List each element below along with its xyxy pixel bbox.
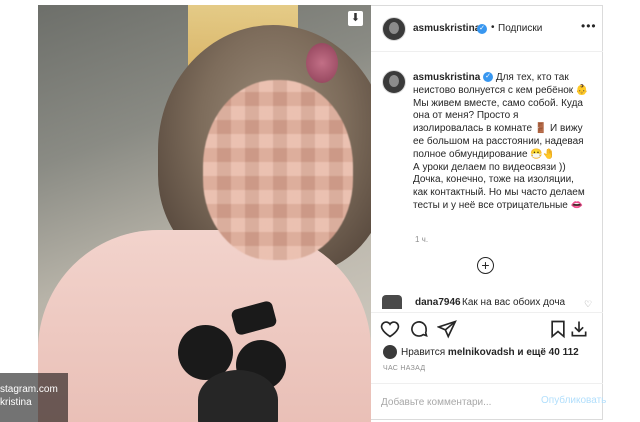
comment-like-icon[interactable]: ♡ [584,299,592,309]
comment-text: Как на вас обоих доча [462,297,566,308]
post-age: ЧАС НАЗАД [383,365,426,372]
watermark: stagram.com kristina [0,373,68,422]
actions-divider [371,312,603,313]
watermark-line-2: kristina [0,397,32,408]
publish-comment-button[interactable]: Опубликовать [541,395,606,406]
download-icon[interactable] [569,319,589,339]
header-divider [371,51,603,52]
add-comment-input[interactable] [381,395,531,409]
liker-avatar[interactable] [383,345,397,359]
following-button[interactable]: Подписки [498,23,542,34]
verified-icon: ✓ [477,24,487,34]
commenter-avatar[interactable] [382,295,402,309]
caption-verified-icon: ✓ [483,72,494,83]
comment-item: dana7946 Как на вас обоих доча ♡ [382,295,597,309]
caption: asmuskristina ✓ Для тех, кто так неистов… [413,72,591,213]
separator-dot: • [491,22,495,33]
caption-time: 1 ч. [415,235,429,244]
caption-line-2: Мы живем вместе, само собой. Куда она от… [413,97,584,160]
pixelated-face [203,80,353,260]
photo-download-icon[interactable]: ⬇ [348,11,363,26]
post-side-panel: asmuskristina ✓ • Подписки ••• asmuskris… [371,5,606,420]
scrunchie [306,43,338,83]
author-username[interactable]: asmuskristina [413,23,480,34]
heart-icon[interactable] [380,319,400,339]
watermark-line-1: stagram.com [0,384,58,395]
caption-avatar[interactable] [382,70,406,94]
caption-username[interactable]: asmuskristina [413,72,480,83]
bookmark-icon[interactable] [548,319,568,339]
likes-count[interactable]: и ещё 40 112 [517,347,578,358]
liker-username[interactable]: melnikovadsh [448,347,515,358]
likes-text: Нравится melnikovadsh и ещё 40 112 [401,347,579,358]
more-options-icon[interactable]: ••• [581,19,597,33]
comment-box-divider [371,383,603,384]
author-avatar[interactable] [382,17,406,41]
load-more-comments-icon[interactable]: + [477,257,494,274]
instagram-post: ⬇ stagram.com kristina asmuskristina ✓ •… [0,0,640,422]
commenter-username[interactable]: dana7946 [415,297,461,308]
caption-line-4: Дочка, конечно, тоже на изоляции, как ко… [413,174,585,211]
minnie-face [198,370,278,422]
share-icon[interactable] [437,319,457,339]
caption-line-3: А уроки делаем по видеосвязи )) [413,161,566,173]
comment-icon[interactable] [409,319,429,339]
post-photo[interactable]: ⬇ [38,5,371,422]
likes-prefix: Нравится [401,347,446,358]
